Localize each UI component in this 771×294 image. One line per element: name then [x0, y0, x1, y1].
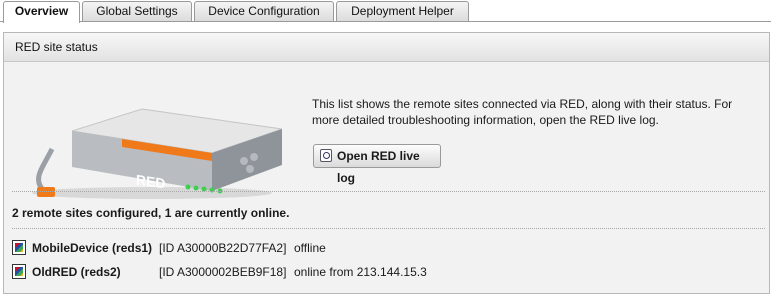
site-id: [ID A3000002BEB9F18]	[159, 265, 287, 279]
panel-title: RED site status	[4, 33, 769, 62]
open-red-live-log-button[interactable]: Open RED live log	[313, 144, 441, 185]
status-description: This list shows the remote sites connect…	[312, 97, 733, 127]
open-red-live-log-label: Open RED live log	[337, 149, 420, 185]
log-viewer-icon	[320, 149, 332, 162]
tab-device-configuration[interactable]: Device Configuration	[194, 1, 334, 21]
red-device-illustration: RED	[32, 108, 283, 199]
red-status-panel: RED site status RED This list shows the …	[3, 32, 770, 294]
tab-global-settings[interactable]: Global Settings	[82, 1, 192, 21]
divider	[12, 228, 765, 229]
tab-deployment-helper[interactable]: Deployment Helper	[336, 1, 469, 21]
site-status: offline	[294, 241, 326, 255]
site-id: [ID A30000B22D77FA2]	[159, 241, 287, 255]
tab-bar: Overview Global Settings Device Configur…	[0, 0, 771, 23]
sites-summary: 2 remote sites configured, 1 are current…	[12, 206, 290, 220]
red-site-icon	[12, 264, 26, 279]
tab-bar-divider	[0, 21, 771, 22]
site-status: online from 213.144.15.3	[294, 265, 427, 279]
red-site-icon	[12, 240, 26, 255]
divider	[12, 191, 765, 192]
site-name: OldRED (reds2)	[32, 265, 121, 279]
tab-overview[interactable]: Overview	[3, 1, 80, 23]
site-name: MobileDevice (reds1)	[32, 241, 153, 255]
